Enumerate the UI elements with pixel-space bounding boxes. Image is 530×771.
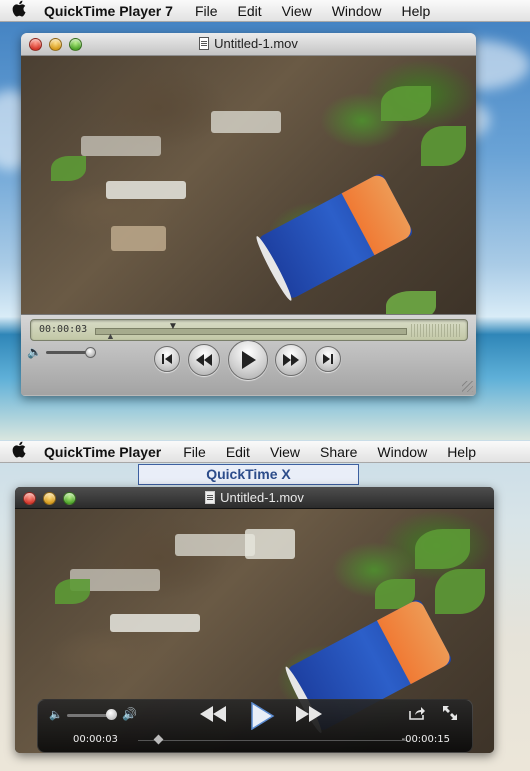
qtx-player-window: Untitled-1.mov 🔈 🔊 00:00:03 -00:00:15	[15, 487, 494, 753]
share-button[interactable]	[409, 706, 425, 725]
scrub-playhead[interactable]	[153, 734, 164, 745]
remaining-time: -00:00:15	[401, 734, 450, 745]
qt7-control-bar: 00:00:03 ▼ ▲ 🔈	[21, 314, 476, 395]
lcd-grille	[411, 324, 461, 337]
menu-app-name[interactable]: QuickTime Player	[38, 444, 173, 460]
volume-high-icon[interactable]: 🔊	[122, 707, 137, 721]
share-icon	[409, 707, 425, 720]
window-title-text: Untitled-1.mov	[214, 36, 298, 51]
volume-slider[interactable]	[45, 346, 96, 358]
document-icon	[199, 37, 210, 50]
apple-icon[interactable]	[0, 441, 38, 463]
play-button[interactable]	[228, 340, 268, 380]
menu-help[interactable]: Help	[392, 3, 441, 19]
menu-share[interactable]: Share	[310, 444, 367, 460]
rewind-icon	[196, 354, 212, 366]
menu-file[interactable]: File	[173, 444, 216, 460]
title-bar[interactable]: Untitled-1.mov	[21, 33, 476, 56]
volume-control: 🔈	[27, 345, 96, 359]
menu-view[interactable]: View	[260, 444, 310, 460]
menu-app-name[interactable]: QuickTime Player 7	[38, 3, 185, 19]
rewind-icon	[200, 706, 226, 722]
title-bar[interactable]: Untitled-1.mov	[15, 487, 494, 509]
menubar-qt7: QuickTime Player 7 File Edit View Window…	[0, 0, 530, 22]
video-frame[interactable]: 🔈 🔊 00:00:03 -00:00:15	[15, 509, 494, 753]
qt7-player-window: Untitled-1.mov 00:00:03 ▼ ▲ 🔈	[21, 33, 476, 396]
play-button[interactable]	[249, 701, 275, 735]
fast-forward-button[interactable]	[296, 706, 322, 727]
elapsed-time: 00:00:03	[73, 734, 118, 745]
play-icon	[251, 701, 275, 731]
resize-grip[interactable]	[462, 381, 473, 392]
skip-to-end-button[interactable]	[315, 346, 341, 372]
window-title-text: Untitled-1.mov	[220, 490, 304, 505]
menu-window[interactable]: Window	[367, 444, 437, 460]
hud-controller: 🔈 🔊 00:00:03 -00:00:15	[37, 699, 473, 753]
window-title: Untitled-1.mov	[21, 36, 476, 51]
menu-edit[interactable]: Edit	[216, 444, 260, 460]
volume-knob[interactable]	[106, 709, 117, 720]
fast-forward-icon	[283, 354, 299, 366]
menu-window[interactable]: Window	[322, 3, 392, 19]
volume-low-icon[interactable]: 🔈	[49, 708, 63, 721]
fast-forward-icon	[296, 706, 322, 722]
rewind-button[interactable]	[200, 706, 226, 727]
scrub-bar[interactable]	[138, 740, 408, 741]
window-title: Untitled-1.mov	[15, 490, 494, 505]
skip-to-start-button[interactable]	[154, 346, 180, 372]
fullscreen-button[interactable]	[443, 706, 457, 725]
rewind-button[interactable]	[188, 344, 220, 376]
current-time: 00:00:03	[39, 324, 88, 335]
menu-view[interactable]: View	[272, 3, 322, 19]
fast-forward-button[interactable]	[275, 344, 307, 376]
timeline-track[interactable]	[95, 328, 407, 335]
video-frame[interactable]	[21, 56, 476, 314]
document-icon	[205, 491, 216, 504]
quicktime-x-label: QuickTime X	[138, 464, 359, 485]
menu-help[interactable]: Help	[437, 444, 486, 460]
fullscreen-icon	[443, 706, 457, 720]
skip-to-end-icon	[323, 354, 333, 364]
apple-icon[interactable]	[0, 0, 38, 22]
lcd-display: 00:00:03 ▼ ▲	[30, 319, 468, 341]
play-icon	[242, 351, 256, 369]
menu-file[interactable]: File	[185, 3, 228, 19]
in-point-marker[interactable]: ▲	[106, 331, 115, 341]
skip-to-start-icon	[162, 354, 172, 364]
volume-knob[interactable]	[84, 346, 96, 358]
menubar-qtx: QuickTime Player File Edit View Share Wi…	[0, 441, 530, 463]
speaker-icon: 🔈	[27, 345, 42, 359]
menu-edit[interactable]: Edit	[228, 3, 272, 19]
playhead-marker[interactable]: ▼	[168, 321, 178, 332]
